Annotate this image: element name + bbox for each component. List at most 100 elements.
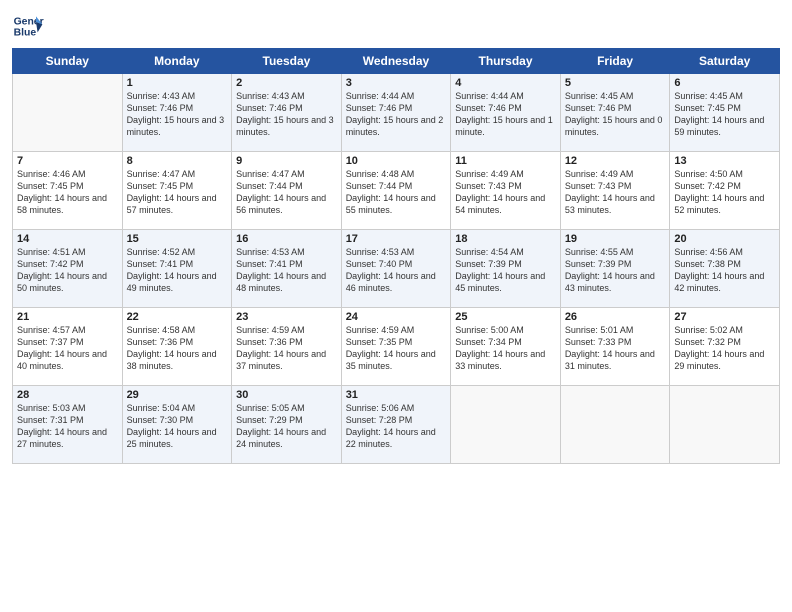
day-number: 14 bbox=[17, 233, 118, 245]
sunset-text: Sunset: 7:41 PM bbox=[236, 259, 303, 269]
daylight-text: Daylight: 14 hours and 56 minutes. bbox=[236, 193, 326, 215]
sunrise-text: Sunrise: 4:58 AM bbox=[127, 325, 196, 335]
sunrise-text: Sunrise: 4:55 AM bbox=[565, 247, 634, 257]
day-info: Sunrise: 5:06 AM Sunset: 7:28 PM Dayligh… bbox=[346, 402, 447, 451]
sunrise-text: Sunrise: 4:51 AM bbox=[17, 247, 86, 257]
daylight-text: Daylight: 14 hours and 55 minutes. bbox=[346, 193, 436, 215]
sunrise-text: Sunrise: 5:02 AM bbox=[674, 325, 743, 335]
day-number: 6 bbox=[674, 77, 775, 89]
day-number: 1 bbox=[127, 77, 228, 89]
day-number: 21 bbox=[17, 311, 118, 323]
calendar-cell: 23 Sunrise: 4:59 AM Sunset: 7:36 PM Dayl… bbox=[232, 308, 342, 386]
daylight-text: Daylight: 14 hours and 22 minutes. bbox=[346, 427, 436, 449]
daylight-text: Daylight: 14 hours and 54 minutes. bbox=[455, 193, 545, 215]
calendar-cell: 13 Sunrise: 4:50 AM Sunset: 7:42 PM Dayl… bbox=[670, 152, 780, 230]
sunrise-text: Sunrise: 4:53 AM bbox=[236, 247, 305, 257]
daylight-text: Daylight: 15 hours and 0 minutes. bbox=[565, 115, 663, 137]
day-number: 10 bbox=[346, 155, 447, 167]
day-number: 22 bbox=[127, 311, 228, 323]
sunrise-text: Sunrise: 5:04 AM bbox=[127, 403, 196, 413]
day-number: 13 bbox=[674, 155, 775, 167]
sunset-text: Sunset: 7:39 PM bbox=[455, 259, 522, 269]
sunset-text: Sunset: 7:31 PM bbox=[17, 415, 84, 425]
day-of-week-tuesday: Tuesday bbox=[232, 49, 342, 74]
day-info: Sunrise: 4:52 AM Sunset: 7:41 PM Dayligh… bbox=[127, 246, 228, 295]
day-number: 27 bbox=[674, 311, 775, 323]
sunset-text: Sunset: 7:46 PM bbox=[236, 103, 303, 113]
daylight-text: Daylight: 15 hours and 1 minute. bbox=[455, 115, 553, 137]
day-info: Sunrise: 4:51 AM Sunset: 7:42 PM Dayligh… bbox=[17, 246, 118, 295]
day-number: 23 bbox=[236, 311, 337, 323]
calendar-week-row: 14 Sunrise: 4:51 AM Sunset: 7:42 PM Dayl… bbox=[13, 230, 780, 308]
sunrise-text: Sunrise: 4:44 AM bbox=[455, 91, 524, 101]
calendar-table: SundayMondayTuesdayWednesdayThursdayFrid… bbox=[12, 48, 780, 464]
sunset-text: Sunset: 7:45 PM bbox=[127, 181, 194, 191]
sunset-text: Sunset: 7:45 PM bbox=[674, 103, 741, 113]
daylight-text: Daylight: 14 hours and 33 minutes. bbox=[455, 349, 545, 371]
daylight-text: Daylight: 14 hours and 29 minutes. bbox=[674, 349, 764, 371]
day-info: Sunrise: 5:00 AM Sunset: 7:34 PM Dayligh… bbox=[455, 324, 556, 373]
calendar-cell: 31 Sunrise: 5:06 AM Sunset: 7:28 PM Dayl… bbox=[341, 386, 451, 464]
sunrise-text: Sunrise: 4:47 AM bbox=[127, 169, 196, 179]
day-number: 24 bbox=[346, 311, 447, 323]
day-number: 16 bbox=[236, 233, 337, 245]
calendar-cell: 17 Sunrise: 4:53 AM Sunset: 7:40 PM Dayl… bbox=[341, 230, 451, 308]
calendar-cell bbox=[13, 74, 123, 152]
sunset-text: Sunset: 7:28 PM bbox=[346, 415, 413, 425]
sunrise-text: Sunrise: 4:54 AM bbox=[455, 247, 524, 257]
sunrise-text: Sunrise: 4:49 AM bbox=[455, 169, 524, 179]
daylight-text: Daylight: 14 hours and 58 minutes. bbox=[17, 193, 107, 215]
calendar-cell: 1 Sunrise: 4:43 AM Sunset: 7:46 PM Dayli… bbox=[122, 74, 232, 152]
day-of-week-saturday: Saturday bbox=[670, 49, 780, 74]
day-number: 2 bbox=[236, 77, 337, 89]
daylight-text: Daylight: 15 hours and 3 minutes. bbox=[236, 115, 334, 137]
day-info: Sunrise: 4:57 AM Sunset: 7:37 PM Dayligh… bbox=[17, 324, 118, 373]
day-number: 20 bbox=[674, 233, 775, 245]
day-info: Sunrise: 5:02 AM Sunset: 7:32 PM Dayligh… bbox=[674, 324, 775, 373]
calendar-cell: 22 Sunrise: 4:58 AM Sunset: 7:36 PM Dayl… bbox=[122, 308, 232, 386]
day-info: Sunrise: 4:59 AM Sunset: 7:35 PM Dayligh… bbox=[346, 324, 447, 373]
calendar-cell: 24 Sunrise: 4:59 AM Sunset: 7:35 PM Dayl… bbox=[341, 308, 451, 386]
sunset-text: Sunset: 7:43 PM bbox=[455, 181, 522, 191]
calendar-cell bbox=[451, 386, 561, 464]
sunrise-text: Sunrise: 4:44 AM bbox=[346, 91, 415, 101]
daylight-text: Daylight: 14 hours and 59 minutes. bbox=[674, 115, 764, 137]
sunrise-text: Sunrise: 5:05 AM bbox=[236, 403, 305, 413]
sunset-text: Sunset: 7:43 PM bbox=[565, 181, 632, 191]
sunset-text: Sunset: 7:35 PM bbox=[346, 337, 413, 347]
day-info: Sunrise: 4:49 AM Sunset: 7:43 PM Dayligh… bbox=[455, 168, 556, 217]
daylight-text: Daylight: 14 hours and 53 minutes. bbox=[565, 193, 655, 215]
calendar-cell: 29 Sunrise: 5:04 AM Sunset: 7:30 PM Dayl… bbox=[122, 386, 232, 464]
sunset-text: Sunset: 7:36 PM bbox=[127, 337, 194, 347]
calendar-cell: 16 Sunrise: 4:53 AM Sunset: 7:41 PM Dayl… bbox=[232, 230, 342, 308]
day-info: Sunrise: 4:53 AM Sunset: 7:40 PM Dayligh… bbox=[346, 246, 447, 295]
day-number: 12 bbox=[565, 155, 666, 167]
day-info: Sunrise: 5:05 AM Sunset: 7:29 PM Dayligh… bbox=[236, 402, 337, 451]
sunrise-text: Sunrise: 4:48 AM bbox=[346, 169, 415, 179]
day-info: Sunrise: 4:47 AM Sunset: 7:44 PM Dayligh… bbox=[236, 168, 337, 217]
calendar-cell bbox=[670, 386, 780, 464]
sunset-text: Sunset: 7:40 PM bbox=[346, 259, 413, 269]
calendar-cell: 26 Sunrise: 5:01 AM Sunset: 7:33 PM Dayl… bbox=[560, 308, 670, 386]
daylight-text: Daylight: 14 hours and 49 minutes. bbox=[127, 271, 217, 293]
sunset-text: Sunset: 7:46 PM bbox=[346, 103, 413, 113]
daylight-text: Daylight: 14 hours and 35 minutes. bbox=[346, 349, 436, 371]
day-info: Sunrise: 4:44 AM Sunset: 7:46 PM Dayligh… bbox=[455, 90, 556, 139]
day-of-week-thursday: Thursday bbox=[451, 49, 561, 74]
daylight-text: Daylight: 14 hours and 52 minutes. bbox=[674, 193, 764, 215]
day-number: 5 bbox=[565, 77, 666, 89]
sunrise-text: Sunrise: 5:01 AM bbox=[565, 325, 634, 335]
daylight-text: Daylight: 14 hours and 24 minutes. bbox=[236, 427, 326, 449]
day-info: Sunrise: 4:43 AM Sunset: 7:46 PM Dayligh… bbox=[127, 90, 228, 139]
day-number: 9 bbox=[236, 155, 337, 167]
daylight-text: Daylight: 14 hours and 48 minutes. bbox=[236, 271, 326, 293]
calendar-cell: 8 Sunrise: 4:47 AM Sunset: 7:45 PM Dayli… bbox=[122, 152, 232, 230]
day-info: Sunrise: 4:46 AM Sunset: 7:45 PM Dayligh… bbox=[17, 168, 118, 217]
day-of-week-wednesday: Wednesday bbox=[341, 49, 451, 74]
sunrise-text: Sunrise: 4:45 AM bbox=[674, 91, 743, 101]
calendar-cell: 4 Sunrise: 4:44 AM Sunset: 7:46 PM Dayli… bbox=[451, 74, 561, 152]
sunset-text: Sunset: 7:44 PM bbox=[236, 181, 303, 191]
sunset-text: Sunset: 7:38 PM bbox=[674, 259, 741, 269]
logo: General Blue bbox=[12, 10, 48, 42]
daylight-text: Daylight: 14 hours and 43 minutes. bbox=[565, 271, 655, 293]
